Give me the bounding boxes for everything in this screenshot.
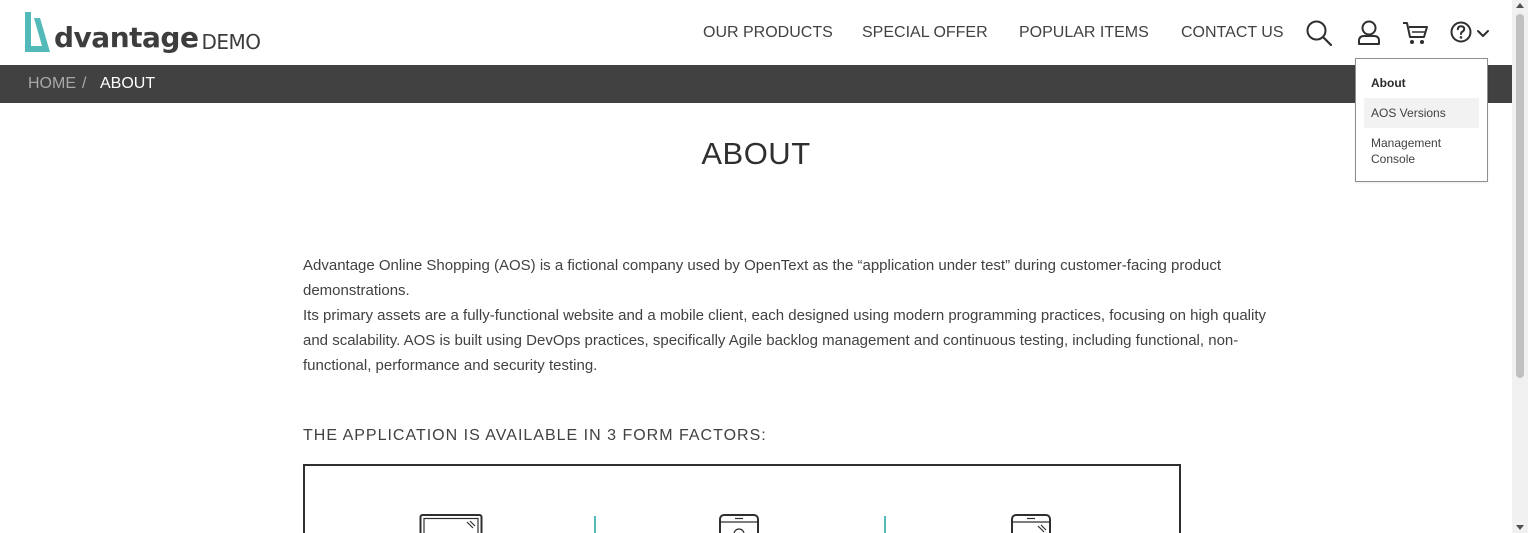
page-title: ABOUT	[701, 136, 811, 171]
logo[interactable]: dvantage DEMO	[22, 8, 261, 54]
breadcrumb-current: ABOUT	[100, 75, 156, 92]
nav-special-offer[interactable]: SPECIAL OFFER	[862, 24, 988, 42]
intro-paragraph-2: Its primary assets are a fully-functiona…	[303, 307, 1267, 374]
scrollbar-thumb[interactable]	[1516, 14, 1524, 378]
logo-demo: DEMO	[201, 30, 261, 54]
form-factor-divider	[884, 516, 886, 533]
nav-popular-items[interactable]: POPULAR ITEMS	[1019, 24, 1149, 42]
intro-paragraph-1: Advantage Online Shopping (AOS) is a fic…	[303, 257, 1222, 299]
site-header: dvantage DEMO OUR PRODUCTS SPECIAL OFFER…	[0, 0, 1512, 65]
help-icon[interactable]	[1449, 20, 1473, 49]
form-factors-heading: THE APPLICATION IS AVAILABLE IN 3 FORM F…	[303, 427, 767, 444]
scroll-down-arrow-icon[interactable]	[1516, 525, 1524, 530]
menu-item-aos-versions[interactable]: AOS Versions	[1364, 98, 1479, 128]
chevron-down-icon[interactable]	[1476, 26, 1490, 44]
scroll-up-arrow-icon[interactable]	[1516, 3, 1524, 8]
intro-text: Advantage Online Shopping (AOS) is a fic…	[303, 253, 1273, 378]
desktop-icon	[419, 512, 485, 533]
logo-name: dvantage	[54, 21, 199, 54]
form-factors-box	[303, 464, 1181, 533]
search-icon[interactable]	[1305, 19, 1333, 52]
breadcrumb: HOME / ABOUT	[0, 65, 1512, 103]
cart-icon[interactable]	[1401, 19, 1429, 52]
breadcrumb-home[interactable]: HOME	[28, 75, 76, 93]
tablet-icon	[718, 512, 762, 533]
logo-mark-icon	[25, 12, 50, 52]
menu-item-management-console[interactable]: Management Console	[1364, 135, 1479, 169]
page-scrollbar[interactable]	[1512, 0, 1528, 533]
nav-contact-us[interactable]: CONTACT US	[1181, 24, 1284, 42]
menu-item-about[interactable]: About	[1364, 68, 1479, 98]
mobile-icon	[1010, 512, 1054, 533]
breadcrumb-separator: /	[82, 75, 87, 92]
nav-our-products[interactable]: OUR PRODUCTS	[703, 24, 833, 42]
form-factor-divider	[594, 516, 596, 533]
user-icon[interactable]	[1355, 19, 1383, 52]
help-dropdown-menu: About AOS Versions Management Console	[1355, 58, 1488, 182]
